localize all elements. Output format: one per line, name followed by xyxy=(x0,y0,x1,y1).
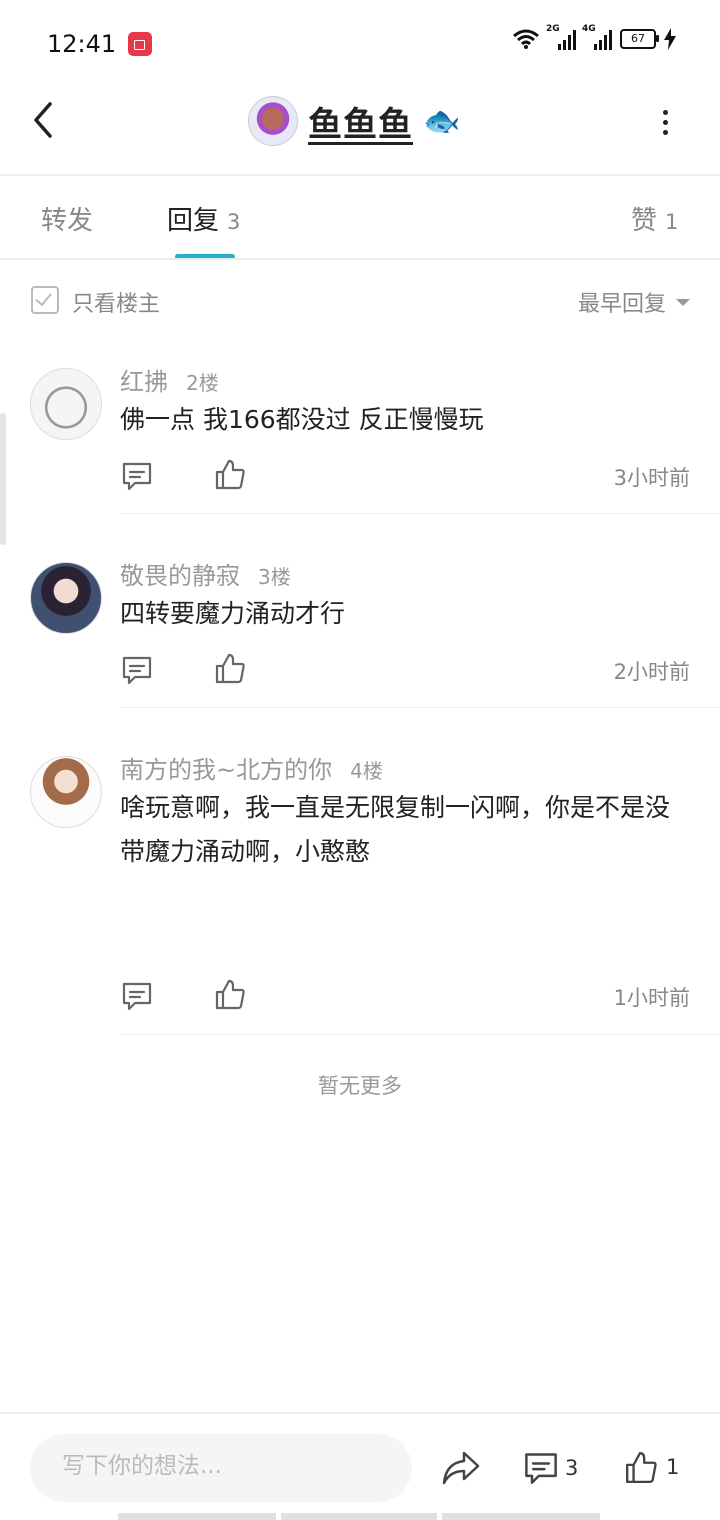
comment-meta: 南方的我~北方的你 4楼 xyxy=(120,750,383,785)
post-author-header[interactable]: 鱼鱼鱼 🐟 xyxy=(248,96,460,146)
bottom-bar-divider xyxy=(0,1412,720,1414)
comment-text: 四转要魔力涌动才行 xyxy=(120,599,346,628)
commenter-avatar[interactable] xyxy=(30,756,102,828)
like-icon[interactable] xyxy=(214,978,246,1010)
net-type-2: 4G xyxy=(582,24,596,34)
like-count: 1 xyxy=(666,1455,680,1479)
comment-icon[interactable] xyxy=(121,460,153,492)
comment-time: 2小时前 xyxy=(613,660,690,684)
comment-item: 敬畏的静寂 3楼 四转要魔力涌动才行 2小时前 xyxy=(0,550,720,710)
floor-number: 4楼 xyxy=(350,759,383,783)
tab-like[interactable]: 赞1 xyxy=(631,200,678,237)
comment-divider xyxy=(120,707,720,708)
sort-dropdown[interactable]: 最早回复 xyxy=(578,286,690,318)
floor-number: 3楼 xyxy=(258,565,291,589)
fish-emoji: 🐟 xyxy=(423,103,461,139)
comment-meta: 红拂 2楼 xyxy=(120,362,219,397)
status-time: 12:41 xyxy=(47,30,117,58)
tabs-divider xyxy=(0,258,720,260)
tab-reply-count: 3 xyxy=(227,210,241,234)
comment-icon[interactable] xyxy=(121,980,153,1012)
commenter-name[interactable]: 敬畏的静寂 xyxy=(120,562,240,590)
wifi-icon xyxy=(513,29,539,49)
commenter-name[interactable]: 红拂 xyxy=(120,368,168,396)
comment-item: 红拂 2楼 佛一点 我166都没过 反正慢慢玩 3小时前 xyxy=(0,356,720,516)
comment-count: 3 xyxy=(565,1456,579,1480)
share-icon[interactable] xyxy=(442,1450,480,1486)
commenter-name[interactable]: 南方的我~北方的你 xyxy=(120,756,332,784)
author-name[interactable]: 鱼鱼鱼 xyxy=(308,97,413,146)
comment-icon[interactable] xyxy=(121,654,153,686)
tab-reply-label: 回复 xyxy=(167,206,220,236)
comment-meta: 敬畏的静寂 3楼 xyxy=(120,556,291,591)
screen-record-icon xyxy=(128,32,152,56)
sort-label: 最早回复 xyxy=(577,292,666,317)
like-icon[interactable] xyxy=(214,458,246,490)
header-divider xyxy=(0,174,720,176)
commenter-avatar[interactable] xyxy=(30,368,102,440)
signal-2g-icon: 2G xyxy=(546,24,576,50)
tab-reply[interactable]: 回复 3 xyxy=(167,200,240,237)
comment-divider xyxy=(120,513,720,514)
tab-forward-label: 转发 xyxy=(41,206,94,236)
like-icon[interactable] xyxy=(214,652,246,684)
only-owner-checkbox[interactable] xyxy=(31,286,59,314)
comment-input-box[interactable] xyxy=(30,1434,412,1502)
comment-text: 啥玩意啊，我一直是无限复制一闪啊，你是不是没带魔力涌动啊，小憨憨 xyxy=(120,793,671,866)
comment-count-button[interactable]: 3 xyxy=(523,1450,578,1486)
signal-4g-icon: 4G xyxy=(582,24,612,50)
comment-item: 南方的我~北方的你 4楼 啥玩意啊，我一直是无限复制一闪啊，你是不是没带魔力涌动啊… xyxy=(0,744,720,1036)
no-more-text: 暂无更多 xyxy=(318,1074,402,1098)
status-indicators: 2G 4G 67 xyxy=(512,24,676,50)
like-icon xyxy=(626,1452,657,1484)
only-owner-label[interactable]: 只看楼主 xyxy=(72,286,160,318)
back-button[interactable] xyxy=(28,100,68,140)
comment-text: 佛一点 我166都没过 反正慢慢玩 xyxy=(120,405,484,434)
tab-like-count: 1 xyxy=(665,210,679,234)
comment-input[interactable] xyxy=(60,1452,384,1480)
comment-time: 1小时前 xyxy=(613,986,690,1010)
back-arrow-icon xyxy=(34,102,52,138)
comment-icon xyxy=(525,1453,557,1484)
charging-icon xyxy=(664,28,676,50)
floor-number: 2楼 xyxy=(186,371,219,395)
more-button[interactable] xyxy=(650,104,680,140)
battery-icon: 67 xyxy=(620,29,659,49)
home-indicator-segment xyxy=(281,1513,437,1520)
comment-divider xyxy=(120,1034,720,1035)
net-type-1: 2G xyxy=(546,24,560,34)
dropdown-triangle-icon xyxy=(676,298,690,306)
home-indicator-segment xyxy=(442,1513,600,1520)
author-avatar[interactable] xyxy=(248,96,298,146)
commenter-avatar[interactable] xyxy=(30,562,102,634)
home-indicator-segment xyxy=(118,1513,276,1520)
comment-time: 3小时前 xyxy=(613,466,690,490)
like-count-button[interactable]: 1 xyxy=(624,1450,679,1484)
tab-forward[interactable]: 转发 xyxy=(41,200,93,237)
tab-like-label: 赞 xyxy=(631,206,658,236)
